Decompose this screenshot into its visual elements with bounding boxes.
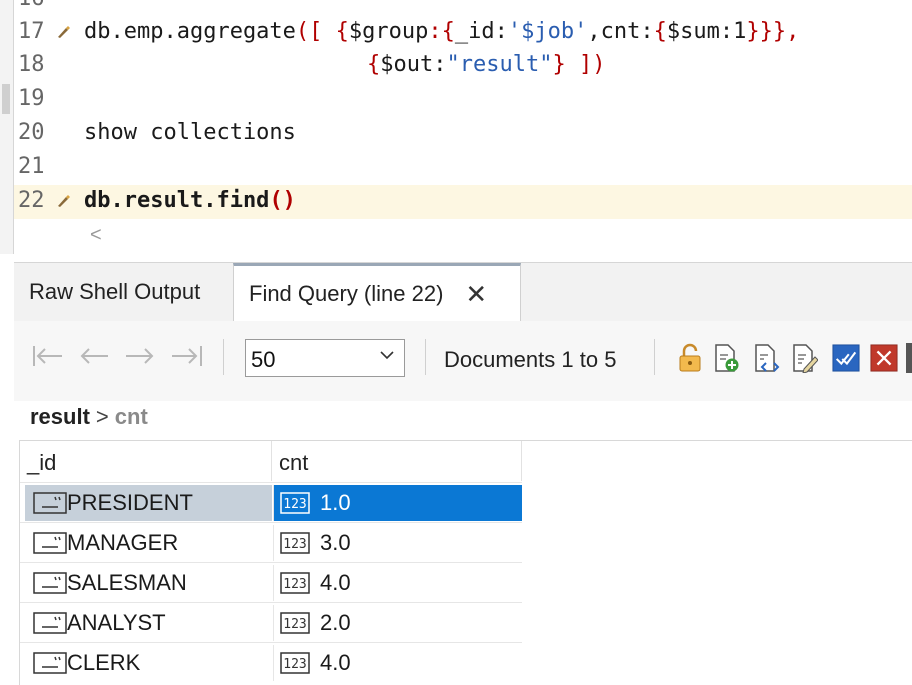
svg-text:123: 123	[283, 617, 306, 632]
svg-text:123: 123	[283, 537, 306, 552]
svg-text:123: 123	[283, 577, 306, 592]
string-type-icon	[33, 652, 67, 674]
line-number: 16	[18, 0, 62, 11]
number-type-icon: 123	[280, 612, 310, 634]
table-row[interactable]: ANALYST 123 2.0	[20, 602, 522, 643]
table-row[interactable]: PRESIDENT 123 1.0	[20, 482, 522, 523]
code-text: db.result.find()	[84, 188, 296, 213]
close-icon[interactable]: ✕	[465, 281, 487, 307]
table-cell-cnt[interactable]: 123 3.0	[273, 525, 522, 561]
code-line-21[interactable]: 21	[14, 151, 912, 185]
tab-raw-shell-output[interactable]: Raw Shell Output	[14, 263, 233, 321]
table-row[interactable]: MANAGER 123 3.0	[20, 522, 522, 563]
string-type-icon	[33, 612, 67, 634]
table-cell-id[interactable]: MANAGER	[25, 525, 272, 561]
number-type-icon: 123	[280, 572, 310, 594]
code-line-18[interactable]: 18 {$out:"result"} ])	[14, 49, 912, 83]
result-tabbar: Raw Shell Output Find Query (line 22) ✕	[14, 262, 912, 322]
editor-gutter-strip	[0, 0, 14, 254]
breadcrumb-field[interactable]: cnt	[115, 404, 148, 430]
table-row[interactable]: CLERK 123 4.0	[20, 642, 522, 683]
table-cell-id[interactable]: PRESIDENT	[25, 485, 272, 521]
page-size-value: 50	[251, 347, 276, 372]
run-marker-icon[interactable]	[55, 23, 71, 39]
toolbar-separator	[654, 339, 655, 375]
code-line-20[interactable]: 20 show collections	[14, 117, 912, 151]
toolbar-separator	[223, 339, 224, 375]
cell-text: 4.0	[320, 650, 351, 675]
cell-text: 1.0	[320, 490, 351, 515]
line-number: 21	[18, 154, 45, 179]
chevron-right-icon: >	[95, 404, 109, 429]
code-line-16[interactable]: 16	[14, 0, 912, 17]
scroll-left-arrow-icon[interactable]: <	[90, 224, 102, 247]
overflow-icon-edge	[906, 343, 912, 373]
toolbar-separator	[425, 339, 426, 375]
table-cell-cnt[interactable]: 123 2.0	[273, 605, 522, 641]
table-cell-cnt[interactable]: 123 4.0	[273, 565, 522, 601]
string-type-icon	[33, 572, 67, 594]
last-page-icon[interactable]	[170, 343, 204, 376]
code-line-19[interactable]: 19	[14, 83, 912, 117]
number-type-icon: 123	[280, 532, 310, 554]
svg-text:123: 123	[283, 497, 306, 512]
results-toolbar: 50 Documents 1 to 5	[14, 321, 912, 401]
view-json-document-icon[interactable]	[752, 343, 780, 373]
column-header-id[interactable]: _id	[20, 441, 272, 481]
lock-icon[interactable]	[676, 343, 704, 373]
table-cell-id[interactable]: CLERK	[25, 645, 272, 681]
delete-document-icon[interactable]	[870, 343, 898, 373]
cell-text: 2.0	[320, 610, 351, 635]
code-editor[interactable]: 16 17 db.emp.aggregate([ {$group:{_id:'$…	[0, 0, 912, 254]
code-line-17[interactable]: 17 db.emp.aggregate([ {$group:{_id:'$job…	[14, 16, 912, 50]
svg-text:123: 123	[283, 657, 306, 672]
breadcrumb-collection[interactable]: result	[30, 404, 90, 430]
line-number: 18	[18, 52, 45, 77]
line-number: 19	[18, 86, 45, 111]
breadcrumb: result > cnt	[30, 402, 148, 432]
cell-text: CLERK	[67, 650, 141, 675]
code-text: db.emp.aggregate([ {$group:{_id:'$job',c…	[84, 19, 800, 44]
string-type-icon	[33, 492, 67, 514]
code-text: show collections	[84, 120, 296, 145]
next-page-icon[interactable]	[124, 343, 156, 376]
number-type-icon: 123	[280, 652, 310, 674]
table-cell-cnt[interactable]: 123 4.0	[273, 645, 522, 681]
results-table: _id cnt PRESIDENT 123 1.0 MANAGER 123 3.…	[19, 440, 912, 685]
table-row[interactable]: SALESMAN 123 4.0	[20, 562, 522, 603]
page-size-select[interactable]: 50	[245, 339, 405, 377]
cell-text: MANAGER	[67, 530, 179, 555]
column-header-cnt[interactable]: cnt	[272, 441, 522, 481]
first-page-icon[interactable]	[32, 343, 64, 376]
edit-document-icon[interactable]	[790, 343, 818, 373]
cell-text: SALESMAN	[67, 570, 187, 595]
code-text: {$out:"result"} ])	[367, 52, 606, 77]
previous-page-icon[interactable]	[78, 343, 110, 376]
add-document-icon[interactable]	[712, 343, 740, 373]
string-type-icon	[33, 532, 67, 554]
cell-text: PRESIDENT	[67, 490, 193, 515]
run-marker-icon[interactable]	[55, 192, 71, 208]
table-cell-id[interactable]: ANALYST	[25, 605, 272, 641]
cell-text: 4.0	[320, 570, 351, 595]
code-line-22[interactable]: 22 db.result.find()	[14, 185, 912, 219]
tab-label: Find Query (line 22)	[249, 281, 444, 306]
number-type-icon: 123	[280, 492, 310, 514]
chevron-down-icon	[380, 351, 394, 360]
cell-text: ANALYST	[67, 610, 166, 635]
tab-find-query[interactable]: Find Query (line 22) ✕	[233, 263, 521, 322]
tab-label: Raw Shell Output	[29, 279, 201, 304]
cell-text: 3.0	[320, 530, 351, 555]
line-number: 20	[18, 120, 45, 145]
table-cell-id[interactable]: SALESMAN	[25, 565, 272, 601]
documents-range-label: Documents 1 to 5	[444, 347, 617, 372]
table-cell-cnt[interactable]: 123 1.0	[273, 485, 522, 521]
validate-check-icon[interactable]	[832, 343, 860, 373]
scroll-marker	[2, 84, 10, 114]
